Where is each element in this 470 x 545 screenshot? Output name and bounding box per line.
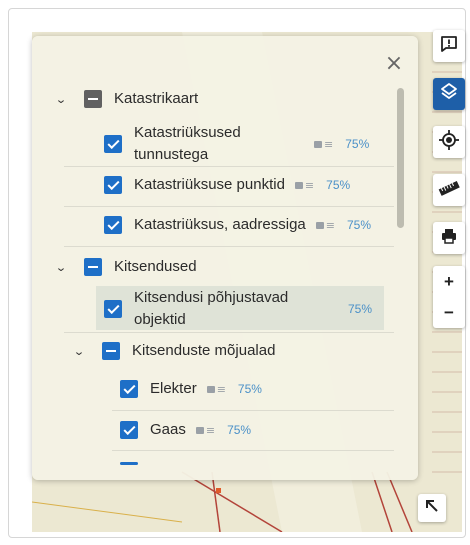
layer-item[interactable]: Katastriüksus, aadressiga ≡ 75% bbox=[104, 214, 371, 236]
print-button[interactable] bbox=[433, 222, 465, 254]
feedback-icon bbox=[440, 35, 458, 58]
layer-group-kitsendused[interactable]: ⌄ Kitsendused bbox=[54, 256, 197, 278]
layer-label: Katastriüksuse punktid bbox=[134, 176, 285, 193]
layers-panel: × ⌄ Katastrikaart Katastriüksused tunnus… bbox=[32, 36, 418, 480]
group-checkbox-partial[interactable] bbox=[84, 258, 102, 276]
divider bbox=[112, 410, 394, 411]
layer-label: objektid bbox=[134, 311, 186, 328]
print-icon bbox=[440, 227, 458, 250]
chevron-down-icon[interactable]: ⌄ bbox=[52, 260, 70, 274]
close-panel-button[interactable]: × bbox=[384, 53, 404, 75]
layer-checkbox-checked[interactable] bbox=[104, 300, 122, 318]
layer-item[interactable]: Gaas ≡ 75% bbox=[120, 419, 251, 441]
layer-label: Gaas bbox=[150, 421, 186, 438]
zoom-control: + − bbox=[433, 266, 465, 328]
opacity-value[interactable]: 75% bbox=[238, 382, 262, 396]
layer-label: Katastriüksus, aadressiga bbox=[134, 216, 306, 233]
layer-item-partial[interactable] bbox=[120, 460, 150, 466]
arrow-up-left-icon bbox=[424, 498, 440, 519]
legend-icon[interactable]: ≡ bbox=[195, 424, 215, 437]
divider bbox=[64, 206, 394, 207]
legend-icon[interactable]: ≡ bbox=[314, 138, 333, 151]
group-checkbox-partial[interactable] bbox=[102, 342, 120, 360]
layer-group-label: Kitsenduste mõjualad bbox=[132, 342, 276, 359]
opacity-value[interactable]: 75% bbox=[348, 302, 372, 316]
layer-group-label: Katastrikaart bbox=[114, 90, 199, 107]
legend-icon[interactable]: ≡ bbox=[315, 219, 335, 232]
zoom-in-button[interactable]: + bbox=[433, 266, 465, 297]
layers-button[interactable] bbox=[433, 78, 465, 110]
layer-label: Kitsendusi põhjustavad bbox=[134, 289, 289, 306]
chevron-down-icon[interactable]: ⌄ bbox=[70, 344, 88, 358]
layers-icon bbox=[439, 82, 459, 107]
layer-group-label: Kitsendused bbox=[114, 258, 197, 275]
layer-group-katastrikaart[interactable]: ⌄ Katastrikaart bbox=[54, 88, 198, 110]
legend-icon[interactable]: ≡ bbox=[294, 179, 314, 192]
layer-item[interactable]: Elekter ≡ 75% bbox=[120, 378, 262, 400]
layer-label: Elekter bbox=[150, 380, 197, 397]
group-checkbox-partial[interactable] bbox=[84, 90, 102, 108]
measure-button[interactable] bbox=[433, 174, 465, 206]
layer-label: Katastriüksused bbox=[134, 124, 241, 141]
divider bbox=[64, 166, 394, 167]
layer-item[interactable]: Katastriüksused tunnustega ≡ 75% bbox=[104, 122, 369, 166]
legend-icon[interactable]: ≡ bbox=[206, 383, 226, 396]
expand-button[interactable] bbox=[418, 494, 446, 522]
opacity-value[interactable]: 75% bbox=[347, 218, 371, 232]
layer-label: tunnustega bbox=[134, 146, 209, 163]
opacity-value[interactable]: 75% bbox=[345, 137, 369, 151]
divider bbox=[64, 332, 394, 333]
divider bbox=[64, 246, 394, 247]
layer-item[interactable]: Kitsendusi põhjustavad objektid 75% bbox=[104, 287, 372, 331]
ruler-icon bbox=[438, 180, 460, 201]
layer-checkbox-checked[interactable] bbox=[104, 135, 122, 153]
layer-subgroup-mojualad[interactable]: ⌄ Kitsenduste mõjualad bbox=[72, 340, 275, 362]
locate-icon bbox=[439, 129, 459, 155]
opacity-value[interactable]: 75% bbox=[326, 178, 350, 192]
layer-checkbox-checked[interactable] bbox=[104, 176, 122, 194]
opacity-value[interactable]: 75% bbox=[227, 423, 251, 437]
layer-checkbox-checked[interactable] bbox=[120, 421, 138, 439]
chevron-down-icon[interactable]: ⌄ bbox=[52, 92, 70, 106]
layer-checkbox-checked[interactable] bbox=[120, 461, 138, 465]
zoom-out-button[interactable]: − bbox=[433, 297, 465, 328]
layer-checkbox-checked[interactable] bbox=[120, 380, 138, 398]
divider bbox=[112, 450, 394, 451]
panel-scrollbar[interactable] bbox=[397, 88, 404, 228]
layer-item[interactable]: Katastriüksuse punktid ≡ 75% bbox=[104, 174, 350, 196]
layer-checkbox-checked[interactable] bbox=[104, 216, 122, 234]
locate-button[interactable] bbox=[433, 126, 465, 158]
feedback-button[interactable] bbox=[433, 30, 465, 62]
